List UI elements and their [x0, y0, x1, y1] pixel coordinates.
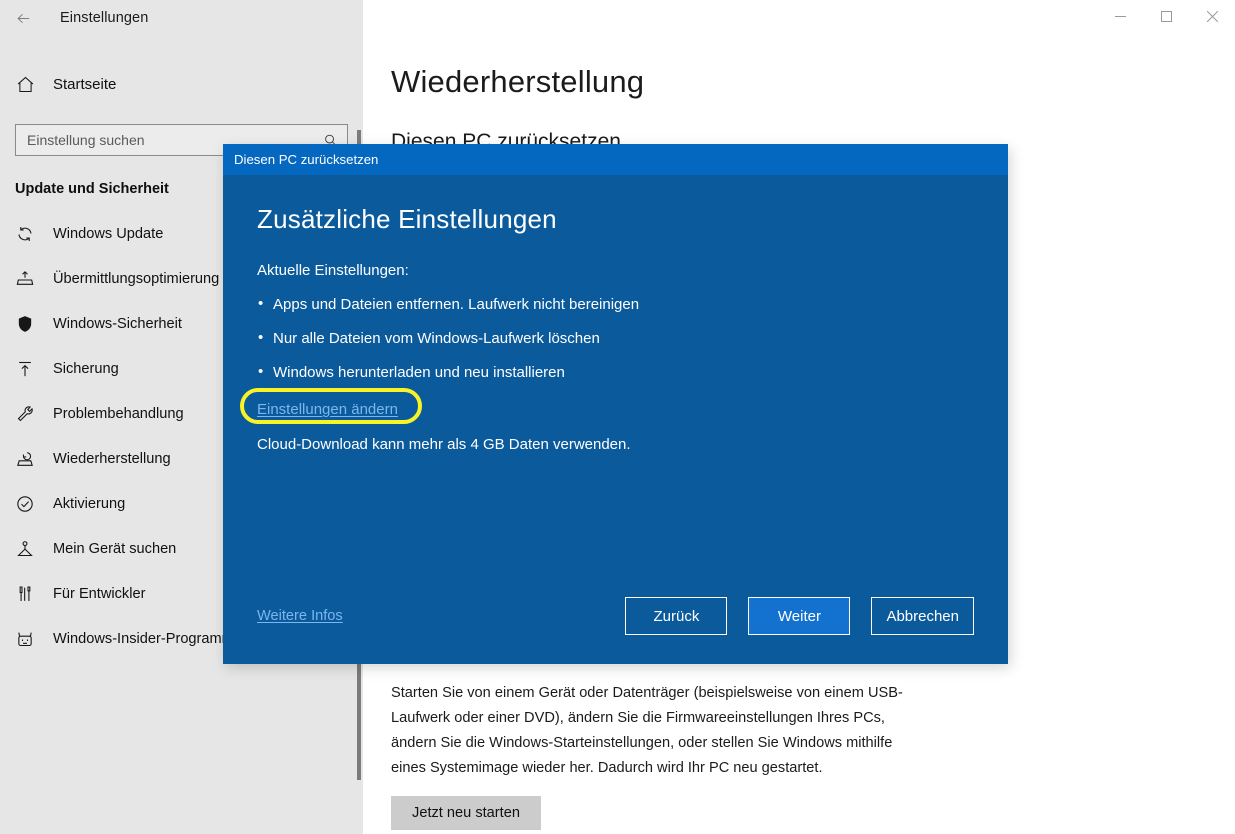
- shield-icon: [15, 314, 49, 334]
- sidebar-item-label: Mein Gerät suchen: [53, 540, 177, 557]
- list-item: Apps und Dateien entfernen. Laufwerk nic…: [257, 295, 974, 313]
- sidebar-item-label: Windows Update: [53, 225, 164, 242]
- dialog-footer: Weitere Infos Zurück Weiter Abbrechen: [223, 568, 1008, 664]
- titlebar-left: Einstellungen: [0, 0, 363, 36]
- reset-pc-dialog: Diesen PC zurücksetzen Zusätzliche Einst…: [223, 144, 1008, 664]
- settings-window: Wiederherstellung Diesen PC zurücksetzen…: [0, 0, 1235, 834]
- minimize-icon[interactable]: [1097, 0, 1143, 33]
- list-item: Windows herunterladen und neu installier…: [257, 363, 974, 381]
- restart-now-button[interactable]: Jetzt neu starten: [391, 796, 541, 830]
- sidebar-item-label: Windows-Insider-Programm: [53, 630, 234, 647]
- sidebar-item-label: Übermittlungsoptimierung: [53, 270, 220, 287]
- window-title: Einstellungen: [60, 10, 149, 26]
- back-button[interactable]: Zurück: [625, 597, 728, 635]
- refresh-icon: [15, 224, 49, 244]
- dialog-actions: Zurück Weiter Abbrechen: [625, 597, 974, 635]
- sidebar-item-home[interactable]: Startseite: [0, 64, 363, 104]
- dialog-subheading: Aktuelle Einstellungen:: [257, 262, 409, 279]
- advanced-startup-block: Starten Sie von einem Gerät oder Datentr…: [363, 681, 1235, 830]
- sidebar-item-label: Für Entwickler: [53, 585, 146, 602]
- more-info-link[interactable]: Weitere Infos: [257, 608, 343, 624]
- close-icon[interactable]: [1189, 0, 1235, 33]
- sidebar-item-label: Problembehandlung: [53, 405, 184, 422]
- developer-tools-icon: [15, 584, 49, 604]
- insider-cat-icon: [15, 629, 49, 649]
- sidebar-item-home-label: Startseite: [53, 75, 117, 93]
- home-icon: [15, 74, 49, 95]
- recovery-icon: [15, 449, 49, 469]
- change-settings-link[interactable]: Einstellungen ändern: [257, 401, 398, 418]
- dialog-titlebar-label: Diesen PC zurücksetzen: [234, 152, 379, 167]
- list-item: Nur alle Dateien vom Windows-Laufwerk lö…: [257, 329, 974, 347]
- dialog-body: Zusätzliche Einstellungen Aktuelle Einst…: [223, 175, 1008, 568]
- dialog-heading: Zusätzliche Einstellungen: [257, 204, 557, 234]
- dialog-titlebar: Diesen PC zurücksetzen: [223, 144, 1008, 175]
- sidebar-item-label: Aktivierung: [53, 495, 126, 512]
- maximize-icon[interactable]: [1143, 0, 1189, 33]
- sidebar-item-label: Windows-Sicherheit: [53, 315, 182, 332]
- sidebar-item-label: Wiederherstellung: [53, 450, 171, 467]
- check-circle-icon: [15, 494, 49, 514]
- next-button[interactable]: Weiter: [748, 597, 851, 635]
- page-title: Wiederherstellung: [391, 64, 645, 99]
- back-arrow-icon[interactable]: [0, 2, 46, 34]
- cloud-download-note: Cloud-Download kann mehr als 4 GB Daten …: [257, 436, 631, 453]
- change-settings-link-wrapper: Einstellungen ändern: [240, 388, 422, 424]
- cancel-button[interactable]: Abbrechen: [871, 597, 974, 635]
- backup-upload-icon: [15, 359, 49, 379]
- wrench-icon: [15, 404, 49, 424]
- upload-tray-icon: [15, 269, 49, 289]
- sidebar-item-label: Sicherung: [53, 360, 119, 377]
- advanced-startup-description: Starten Sie von einem Gerät oder Datentr…: [391, 685, 903, 776]
- window-controls: [1097, 0, 1235, 36]
- current-settings-list: Apps und Dateien entfernen. Laufwerk nic…: [257, 295, 974, 381]
- window-titlebar: Einstellungen: [0, 0, 1235, 36]
- find-device-icon: [15, 539, 49, 559]
